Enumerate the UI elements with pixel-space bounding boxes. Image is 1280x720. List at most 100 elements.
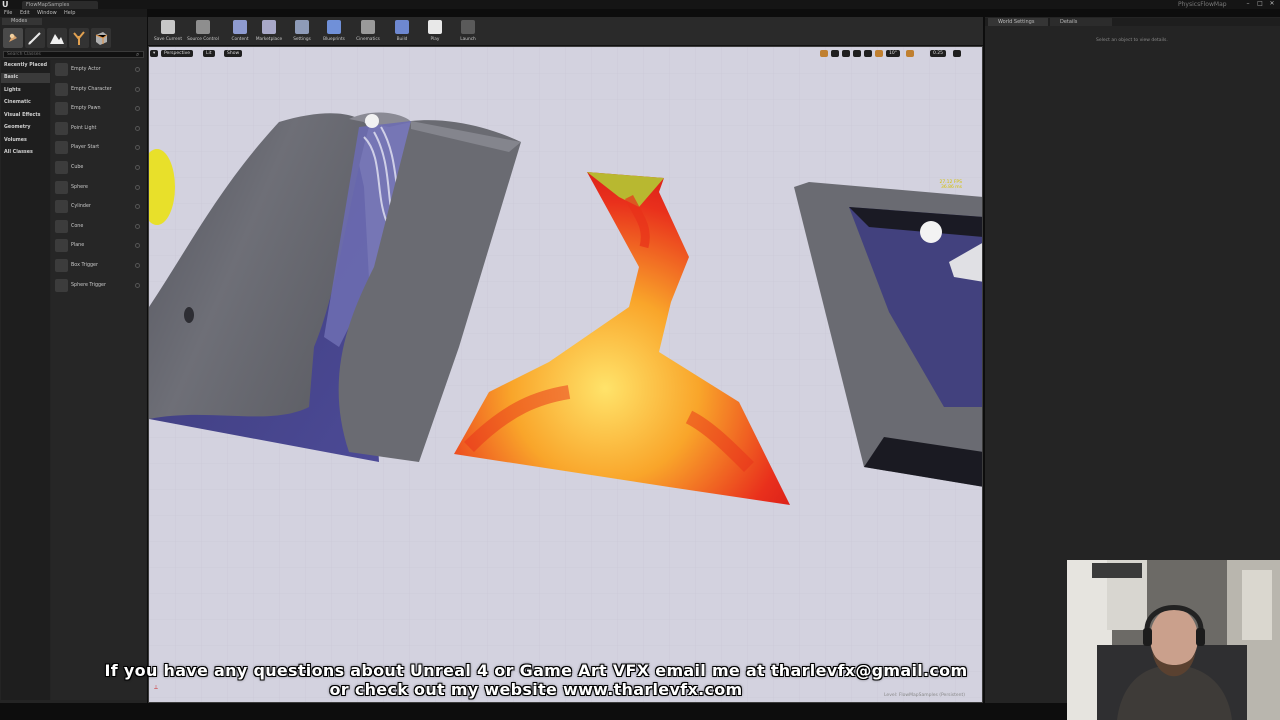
webcam-overlay xyxy=(1067,560,1280,720)
placement-item-label[interactable]: Cone xyxy=(71,224,83,230)
toolbar-button-label[interactable]: Launch xyxy=(450,37,486,42)
placement-item-label[interactable]: Cube xyxy=(71,165,83,171)
menu-window[interactable]: Window xyxy=(37,9,57,17)
tab-world-settings[interactable]: World Settings xyxy=(988,18,1048,26)
menu-edit[interactable]: Edit xyxy=(20,9,30,17)
grid-snap-icon[interactable] xyxy=(875,50,883,57)
placement-item-label[interactable]: Cylinder xyxy=(71,204,91,210)
category-visual-effects[interactable]: Visual Effects xyxy=(4,113,41,119)
close-button[interactable]: ✕ xyxy=(1268,0,1276,8)
menu-file[interactable]: File xyxy=(4,9,12,17)
blueprint-icon[interactable] xyxy=(327,20,341,34)
world-space-icon[interactable] xyxy=(864,50,872,57)
camera-speed-value[interactable]: 0.25 xyxy=(930,50,947,57)
scale-snap-icon[interactable] xyxy=(906,50,914,57)
subtitle-line-2: or check out my website www.tharlevfx.co… xyxy=(329,680,743,699)
move-icon[interactable] xyxy=(831,50,839,57)
foliage-mode-button[interactable] xyxy=(69,28,89,48)
toolbar-button-label[interactable]: Cinematics xyxy=(350,37,386,42)
landscape-icon xyxy=(50,34,64,44)
placement-icon[interactable] xyxy=(55,239,68,253)
help-icon[interactable] xyxy=(135,263,140,268)
maximize-viewport-icon[interactable] xyxy=(953,50,961,57)
placement-item-label[interactable]: Plane xyxy=(71,243,84,249)
category-cinematic[interactable]: Cinematic xyxy=(4,100,31,106)
placement-icon[interactable] xyxy=(55,200,68,214)
placement-item-label[interactable]: Empty Actor xyxy=(71,67,101,73)
menu-help[interactable]: Help xyxy=(64,9,75,17)
help-icon[interactable] xyxy=(135,184,140,190)
placement-icon[interactable] xyxy=(55,180,68,194)
placement-icon[interactable] xyxy=(55,82,68,96)
placement-icon[interactable] xyxy=(55,63,68,76)
paint-brush-icon xyxy=(28,32,41,45)
placement-icon[interactable] xyxy=(55,141,68,155)
landscape-mode-button[interactable] xyxy=(47,28,67,48)
placement-icon[interactable] xyxy=(55,219,68,233)
search-classes-input[interactable]: Search Classes xyxy=(3,51,144,58)
category-recently-placed[interactable]: Recently Placed xyxy=(4,63,47,69)
placement-item-label[interactable]: Player Start xyxy=(71,145,99,151)
details-empty-message: Select an object to view details. xyxy=(1096,38,1168,43)
placement-icon[interactable] xyxy=(55,259,68,272)
source-control-icon[interactable] xyxy=(196,20,210,34)
category-volumes[interactable]: Volumes xyxy=(4,138,27,144)
save-icon[interactable] xyxy=(161,20,175,34)
category-lights[interactable]: Lights xyxy=(4,88,21,94)
launch-icon[interactable] xyxy=(461,20,475,34)
help-icon[interactable] xyxy=(135,125,140,131)
placement-icon[interactable] xyxy=(55,121,68,135)
placement-item-label[interactable]: Sphere xyxy=(71,185,88,191)
white-sphere[interactable] xyxy=(365,114,379,128)
toolbar-button-label[interactable]: Marketplace xyxy=(251,37,287,42)
lit-button[interactable]: Lit xyxy=(203,50,215,57)
help-icon[interactable] xyxy=(135,223,140,229)
geometry-mode-button[interactable] xyxy=(91,28,111,48)
category-basic[interactable]: Basic xyxy=(4,75,18,81)
modes-tab[interactable]: Modes xyxy=(2,18,42,25)
document-tab[interactable]: FlowMapSamples xyxy=(22,1,98,9)
angle-snap-value[interactable]: 10° xyxy=(886,50,900,57)
toolbar-button-label[interactable]: Source Control xyxy=(185,37,221,42)
paint-mode-button[interactable] xyxy=(25,28,45,48)
scene-render[interactable] xyxy=(149,47,983,703)
toolbar-button-label[interactable]: Settings xyxy=(284,37,320,42)
build-icon[interactable] xyxy=(395,20,409,34)
toolbar-button-label[interactable]: Blueprints xyxy=(316,37,352,42)
place-mode-button[interactable] xyxy=(3,28,23,48)
level-viewport[interactable] xyxy=(148,46,983,703)
clapper-icon[interactable] xyxy=(361,20,375,34)
category-geometry[interactable]: Geometry xyxy=(4,125,31,131)
placement-icon[interactable] xyxy=(55,278,68,292)
placement-item-label[interactable]: Sphere Trigger xyxy=(71,283,106,289)
white-sphere[interactable] xyxy=(920,221,942,243)
rotate-icon[interactable] xyxy=(842,50,850,57)
show-button[interactable]: Show xyxy=(224,50,243,57)
viewport-options-button[interactable]: ▾ xyxy=(150,50,159,57)
placement-item-label[interactable]: Box Trigger xyxy=(71,263,98,269)
content-icon[interactable] xyxy=(233,20,247,34)
play-icon[interactable] xyxy=(428,20,442,34)
placement-icon[interactable] xyxy=(55,161,68,174)
transform-toggle-icon[interactable] xyxy=(820,50,828,57)
help-icon[interactable] xyxy=(135,282,140,288)
placement-icon[interactable] xyxy=(55,102,68,116)
category-all-classes[interactable]: All Classes xyxy=(4,150,33,156)
help-icon[interactable] xyxy=(135,165,140,170)
perspective-button[interactable]: Perspective xyxy=(161,50,194,57)
toolbar-button-label[interactable]: Save Current xyxy=(150,37,186,42)
minimize-button[interactable]: – xyxy=(1244,0,1252,8)
maximize-button[interactable]: □ xyxy=(1256,0,1264,8)
scale-icon[interactable] xyxy=(853,50,861,57)
unreal-logo-icon[interactable]: U xyxy=(2,0,11,9)
gear-icon[interactable] xyxy=(295,20,309,34)
placement-item-label[interactable]: Empty Character xyxy=(71,87,112,93)
help-icon[interactable] xyxy=(135,67,140,72)
toolbar-button-label[interactable]: Build xyxy=(384,37,420,42)
marketplace-icon[interactable] xyxy=(262,20,276,34)
toolbar-button-label[interactable]: Play xyxy=(417,37,453,42)
help-icon[interactable] xyxy=(135,86,140,92)
placement-item-label[interactable]: Point Light xyxy=(71,126,96,132)
tab-details[interactable]: Details xyxy=(1050,18,1112,26)
placement-item-label[interactable]: Empty Pawn xyxy=(71,106,101,112)
